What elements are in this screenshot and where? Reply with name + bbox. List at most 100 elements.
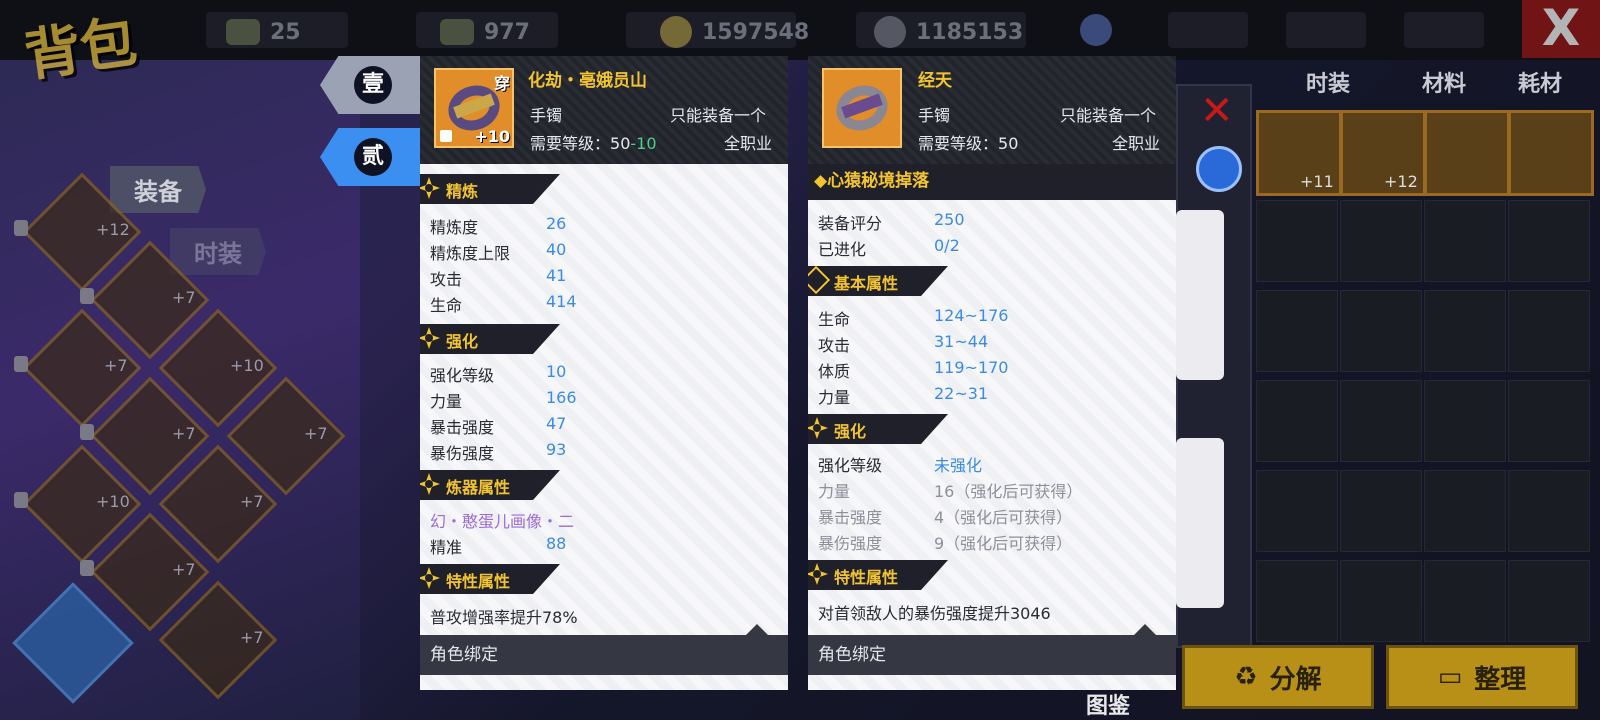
slot-level: +11 (1300, 172, 1334, 191)
slot-level: +7 (172, 560, 196, 579)
tab-consumables[interactable]: 耗材 (1518, 66, 1562, 98)
section-base: 基本属性 (808, 266, 948, 296)
section-title: 基本属性 (834, 274, 899, 293)
sort-button[interactable]: ▭ 整理 (1386, 645, 1578, 709)
dropdown-icon[interactable] (1196, 146, 1242, 192)
currency-gold: 1597548 (660, 14, 809, 50)
item-level-req: 需要等级：50 (918, 130, 1018, 154)
item-level-req: 需要等级：50-10 (530, 130, 657, 154)
stat-label: 生命 (430, 296, 463, 315)
sort-label: 整理 (1474, 664, 1527, 695)
inventory-slot[interactable] (1508, 200, 1590, 282)
section-title: 炼器属性 (446, 478, 511, 497)
item-class: 全职业 (1112, 134, 1161, 153)
section-trait: 特性属性 (420, 564, 560, 594)
compare-tab-two[interactable]: 贰 (320, 128, 422, 186)
inventory-slot[interactable] (1340, 200, 1422, 282)
stat-value: 41 (546, 266, 567, 285)
recycle-icon: ♻ (1234, 662, 1258, 692)
inventory-slot[interactable] (1508, 380, 1590, 462)
decompose-button[interactable]: ♻ 分解 (1182, 645, 1374, 709)
stat-value: 124~176 (934, 306, 1009, 325)
tab-fashion-r[interactable]: 时装 (1306, 66, 1350, 98)
slot-level: +7 (304, 424, 328, 443)
item-stats: ◆心猿秘境掉落 装备评分 250 已进化 0/2 基本属性 生命 124~176 攻击… (808, 164, 1176, 690)
stat-value: 414 (546, 292, 577, 311)
section-title: 强化 (834, 422, 867, 441)
stat-value: 4（强化后可获得） (934, 508, 1073, 527)
inventory-slot[interactable] (1508, 560, 1590, 642)
gold-coin-icon (660, 16, 692, 48)
top-slot (1286, 12, 1366, 48)
stat-value: 47 (546, 414, 567, 433)
stat-row: 攻击 31~44 (818, 332, 988, 356)
inventory-slot[interactable] (1424, 290, 1506, 372)
drop-source-bar: ◆心猿秘境掉落 (808, 164, 1176, 200)
forge-name: 幻・憨蛋儿画像・二 (430, 512, 575, 531)
inventory-slot[interactable] (1256, 380, 1338, 462)
inventory-slot[interactable] (1424, 200, 1506, 282)
cash-icon (226, 19, 260, 45)
currency-value: 1597548 (702, 19, 810, 45)
tab-fashion[interactable]: 时装 (170, 228, 266, 275)
stat-row: 生命 414 (430, 292, 577, 316)
item-icon[interactable] (822, 68, 902, 148)
page-title: 背包 (20, 9, 141, 90)
slot-level: +10 (96, 492, 130, 511)
stat-row: 精炼度上限 40 (430, 240, 566, 264)
stat-row: 生命 124~176 (818, 306, 1008, 330)
compare-tab-one[interactable]: 壹 (320, 56, 422, 114)
currency-cash-1: 25 (226, 14, 301, 50)
tab-materials[interactable]: 材料 (1422, 66, 1466, 98)
close-icon[interactable]: ✕ (1200, 88, 1234, 134)
bind-status: 角色绑定 (420, 635, 788, 675)
inventory-slot[interactable] (1508, 110, 1594, 196)
item-name: 化劫・亳娥员山 (528, 71, 647, 91)
inventory-slot[interactable] (1508, 290, 1590, 372)
stat-row: 攻击 41 (430, 266, 566, 290)
stat-label: 精准 (430, 538, 463, 557)
close-button[interactable]: X (1522, 0, 1600, 58)
item-header: 穿 +10 化劫・亳娥员山 手镯 只能装备一个 需要等级：50-10 全职业 (420, 56, 788, 164)
tab-equipment[interactable]: 装备 (110, 166, 206, 213)
currency-silver: 1185153 (874, 14, 1023, 50)
top-slot (1404, 12, 1484, 48)
stat-label: 力量 (818, 388, 851, 407)
stat-value: 9（强化后可获得） (934, 534, 1073, 553)
list-card[interactable] (1176, 210, 1224, 380)
inventory-slot[interactable] (1340, 380, 1422, 462)
section-refine: 精炼 (420, 174, 560, 204)
bind-status: 角色绑定 (808, 635, 1176, 675)
stat-label: 力量 (818, 482, 851, 501)
inventory-slot[interactable] (1256, 290, 1338, 372)
codex-button[interactable]: 图鉴 (1086, 688, 1130, 720)
item-icon[interactable]: 穿 +10 (434, 68, 514, 148)
inventory-slot[interactable] (1508, 470, 1590, 552)
inventory-slot[interactable] (1256, 560, 1338, 642)
stat-label: 攻击 (430, 270, 463, 289)
stat-value: 88 (546, 534, 567, 553)
inventory-slot[interactable] (1340, 560, 1422, 642)
inventory-slot[interactable] (1424, 470, 1506, 552)
slot-level: +7 (172, 288, 196, 307)
stat-row: 暴伤强度 9（强化后可获得） (818, 530, 1072, 554)
inventory-slot[interactable] (1424, 560, 1506, 642)
inventory-slot[interactable] (1256, 200, 1338, 282)
stat-value: 40 (546, 240, 567, 259)
menu-icon[interactable] (1080, 14, 1112, 46)
inventory-slot[interactable] (1340, 470, 1422, 552)
inventory-slot[interactable] (1340, 290, 1422, 372)
cube-icon (808, 266, 831, 295)
lock-icon (80, 424, 94, 440)
slot-level: +7 (172, 424, 196, 443)
level-bonus: -10 (630, 134, 657, 153)
slot-level: +7 (240, 492, 264, 511)
list-card[interactable] (1176, 438, 1224, 608)
level-label: 需要等级： (530, 134, 611, 153)
tray-icon: ▭ (1437, 662, 1463, 692)
inventory-slot[interactable] (1424, 380, 1506, 462)
inventory-slot[interactable] (1424, 110, 1510, 196)
item-tooltip-compare: 经天 手镯 只能装备一个 需要等级：50 全职业 ◆心猿秘境掉落 装备评分 250… (808, 56, 1176, 690)
inventory-slot[interactable] (1256, 470, 1338, 552)
enhance-level-badge: +10 (474, 127, 510, 146)
